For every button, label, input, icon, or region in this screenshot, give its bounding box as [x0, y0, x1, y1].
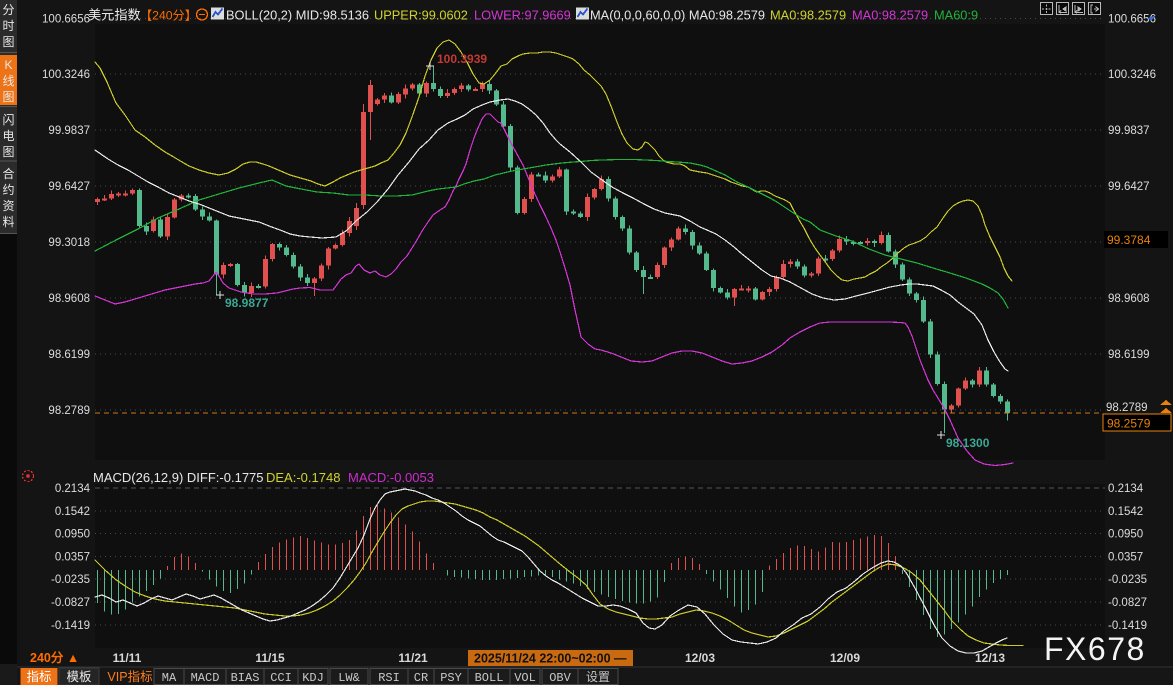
svg-text:【240分】: 【240分】	[140, 9, 197, 23]
svg-text:KDJ: KDJ	[302, 671, 324, 685]
svg-text:FX678: FX678	[1044, 631, 1146, 667]
svg-text:资: 资	[2, 199, 14, 213]
svg-text:-0.0235: -0.0235	[1108, 574, 1147, 586]
svg-text:99.6427: 99.6427	[48, 181, 90, 193]
svg-text:12/13: 12/13	[975, 651, 1005, 665]
svg-text:100.3246: 100.3246	[1108, 69, 1156, 81]
svg-text:MA60:9: MA60:9	[934, 8, 978, 23]
svg-text:0.1542: 0.1542	[1108, 506, 1143, 518]
svg-text:98.2789: 98.2789	[48, 405, 90, 417]
svg-text:指标: 指标	[26, 669, 51, 684]
svg-text:0.0950: 0.0950	[55, 529, 90, 541]
svg-text:MACD(26,12,9) DIFF:-0.1775: MACD(26,12,9) DIFF:-0.1775	[93, 470, 264, 485]
svg-text:约: 约	[2, 182, 14, 197]
svg-text:99.9837: 99.9837	[48, 125, 90, 137]
svg-text:0.0357: 0.0357	[55, 551, 90, 563]
svg-text:料: 料	[2, 215, 14, 229]
svg-text:98.9608: 98.9608	[1108, 293, 1150, 305]
svg-text:MACD:-0.0053: MACD:-0.0053	[348, 470, 434, 485]
svg-text:VIP指标: VIP指标	[107, 669, 152, 684]
svg-text:BOLL: BOLL	[475, 671, 504, 685]
svg-text:MA(0,0,0,60,0,0) MA0:98.2579: MA(0,0,0,60,0,0) MA0:98.2579	[590, 8, 765, 23]
svg-text:98.2789: 98.2789	[1106, 402, 1148, 414]
svg-text:98.6199: 98.6199	[48, 349, 90, 361]
svg-text:分: 分	[2, 3, 14, 17]
svg-text:11/21: 11/21	[398, 651, 428, 665]
svg-text:VOL: VOL	[514, 671, 536, 685]
svg-text:100.6656: 100.6656	[1108, 14, 1156, 26]
svg-text:12/09: 12/09	[830, 651, 860, 665]
svg-text:99.3784: 99.3784	[1107, 233, 1151, 247]
svg-text:0.2134: 0.2134	[1108, 483, 1144, 495]
svg-text:闪: 闪	[2, 113, 14, 127]
svg-text:RSI: RSI	[378, 671, 400, 685]
svg-text:图: 图	[2, 145, 14, 159]
svg-text:模板: 模板	[66, 670, 92, 684]
svg-text:OBV: OBV	[549, 671, 571, 685]
svg-text:98.1300: 98.1300	[946, 436, 990, 450]
svg-text:2025/11/24 22:00~02:00 —: 2025/11/24 22:00~02:00 —	[474, 652, 627, 666]
svg-text:时: 时	[2, 19, 14, 33]
svg-text:LOWER:97.9669: LOWER:97.9669	[474, 8, 571, 23]
svg-text:-0.0827: -0.0827	[1108, 597, 1147, 609]
svg-text:-0.1419: -0.1419	[51, 620, 90, 632]
svg-text:100.3939: 100.3939	[437, 52, 487, 66]
svg-text:-0.1419: -0.1419	[1108, 620, 1147, 632]
svg-text:图: 图	[2, 35, 14, 49]
svg-text:-0.0235: -0.0235	[51, 574, 90, 586]
svg-text:-0.0827: -0.0827	[51, 597, 90, 609]
svg-text:BIAS: BIAS	[231, 671, 260, 685]
svg-text:240分 ▲: 240分 ▲	[30, 650, 79, 665]
svg-text:MA0:98.2579: MA0:98.2579	[770, 8, 846, 23]
svg-text:电: 电	[2, 129, 14, 143]
svg-text:MA0:98.2579: MA0:98.2579	[852, 8, 928, 23]
svg-text:0.0950: 0.0950	[1108, 529, 1143, 541]
svg-text:线: 线	[2, 74, 14, 88]
svg-text:98.9608: 98.9608	[48, 293, 90, 305]
svg-text:合: 合	[2, 166, 14, 181]
svg-text:BOLL(20,2) MID:98.5136: BOLL(20,2) MID:98.5136	[226, 8, 369, 23]
svg-text:98.6199: 98.6199	[1108, 349, 1150, 361]
svg-text:CCI: CCI	[270, 671, 292, 685]
svg-text:CR: CR	[414, 671, 428, 685]
svg-text:0.0357: 0.0357	[1108, 551, 1143, 563]
svg-text:MACD: MACD	[191, 671, 220, 685]
svg-text:98.2579: 98.2579	[1107, 417, 1151, 431]
svg-text:美元指数: 美元指数	[88, 8, 141, 23]
svg-text:PSY: PSY	[440, 671, 462, 685]
svg-text:99.3018: 99.3018	[48, 237, 90, 249]
svg-text:MA: MA	[162, 671, 177, 685]
svg-text:UPPER:99.0602: UPPER:99.0602	[374, 8, 468, 23]
svg-text:11/11: 11/11	[113, 651, 142, 665]
svg-text:99.6427: 99.6427	[1108, 181, 1150, 193]
svg-text:设置: 设置	[586, 670, 610, 684]
svg-text:K: K	[4, 58, 12, 72]
svg-text:100.6656: 100.6656	[42, 14, 90, 26]
svg-text:12/03: 12/03	[685, 651, 715, 665]
svg-text:0.1542: 0.1542	[55, 506, 90, 518]
svg-text:98.9877: 98.9877	[225, 296, 269, 310]
svg-text:100.3246: 100.3246	[42, 69, 90, 81]
svg-text:0.2134: 0.2134	[55, 483, 91, 495]
svg-text:11/15: 11/15	[255, 651, 285, 665]
svg-text:99.9837: 99.9837	[1108, 125, 1150, 137]
svg-text:DEA:-0.1748: DEA:-0.1748	[266, 470, 340, 485]
svg-text:图: 图	[2, 90, 14, 104]
svg-text:LW&: LW&	[338, 671, 360, 685]
